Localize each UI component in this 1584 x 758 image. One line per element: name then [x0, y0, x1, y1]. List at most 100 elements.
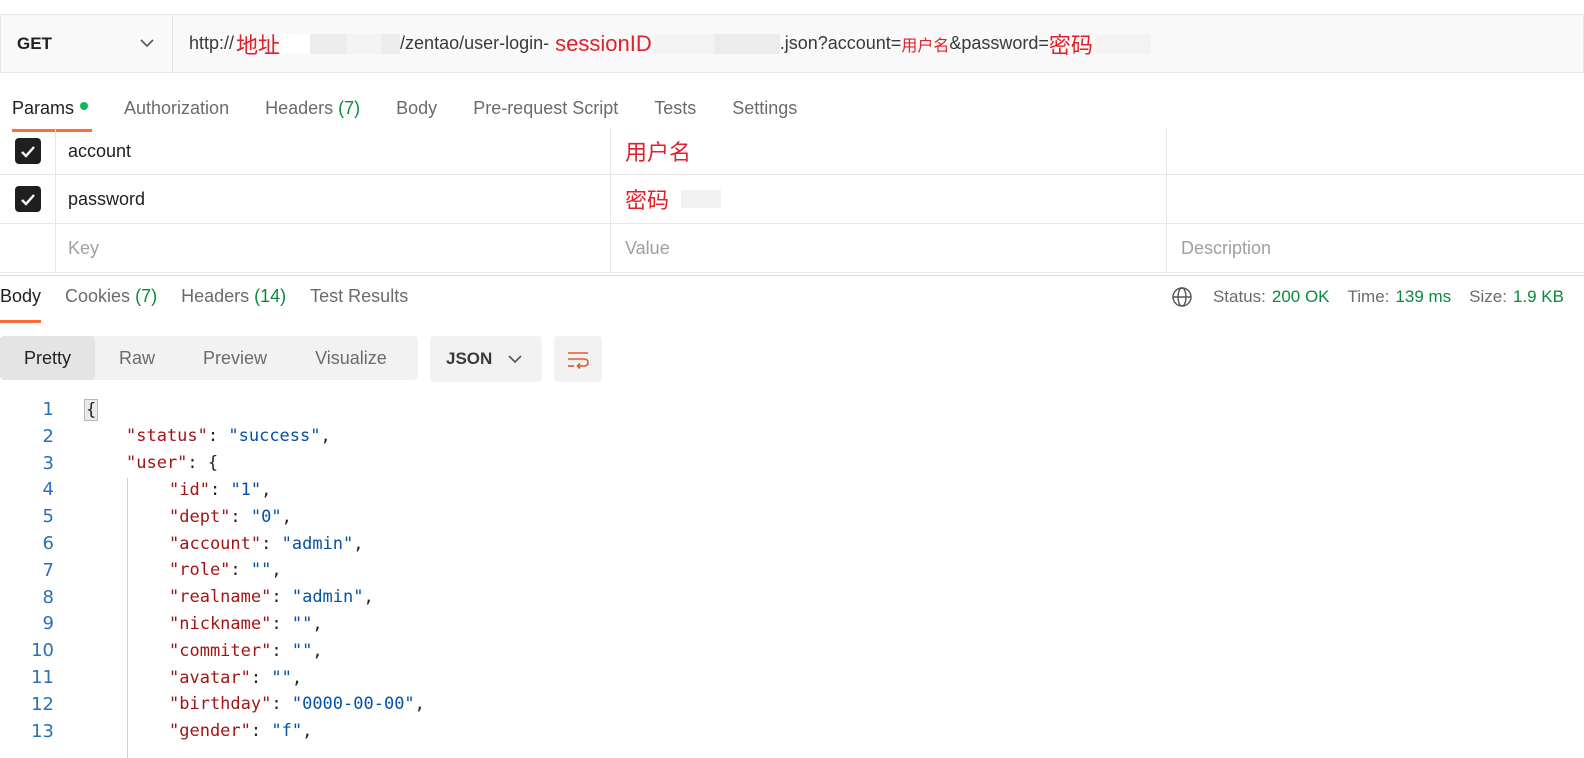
checkbox-cell [0, 224, 56, 272]
code-line: 3 "user": { [0, 450, 1584, 477]
code-line: 10 "commiter": "", [0, 637, 1584, 664]
redacted-block [382, 33, 401, 54]
key-input[interactable]: Key [56, 224, 611, 272]
size-value[interactable]: 1.9 KB [1513, 287, 1564, 307]
wrap-lines-icon [568, 352, 589, 369]
view-visualize-button[interactable]: Visualize [291, 336, 411, 380]
redacted-block [1094, 33, 1151, 54]
url-suffix: .json?account= [779, 33, 902, 53]
line-number: 13 [31, 720, 54, 742]
param-value[interactable]: 用户名 [611, 128, 1167, 174]
line-number: 3 [42, 452, 54, 474]
code-text: "commiter": "", [169, 640, 323, 661]
tab-label: Settings [732, 98, 798, 118]
tab-response-headers[interactable]: Headers (14) [181, 286, 286, 322]
tab-cookies[interactable]: Cookies (7) [65, 286, 157, 322]
param-key[interactable]: password [56, 175, 611, 223]
request-bar: GET http:// 地址 /zentao/user-login- sessi… [0, 14, 1584, 73]
code-line: 9 "nickname": "", [0, 610, 1584, 637]
redacted-block [713, 33, 780, 54]
tab-test-results[interactable]: Test Results [310, 286, 408, 322]
code-text: "account": "admin", [169, 533, 364, 554]
check-icon [20, 145, 35, 158]
tab-count: (14) [254, 286, 287, 306]
method-select[interactable]: GET [1, 15, 173, 72]
view-mode-group: Pretty Raw Preview Visualize [0, 336, 418, 380]
tab-label: Headers [265, 98, 334, 118]
url-prefix: http:// [189, 33, 235, 53]
param-value[interactable]: 密码 [611, 175, 1167, 223]
param-checkbox[interactable] [14, 186, 41, 212]
tab-label: Body [396, 98, 438, 118]
line-number: 5 [42, 506, 54, 528]
code-line: 4 "id": "1", [0, 476, 1584, 503]
table-row-empty: Key Value Description [0, 224, 1584, 273]
line-number: 6 [42, 533, 54, 554]
url-address-note: 地址 [236, 32, 281, 58]
format-label: JSON [446, 349, 493, 368]
param-checkbox[interactable] [14, 138, 41, 164]
param-key[interactable]: account [56, 128, 611, 174]
tab-label: Pre-request Script [473, 98, 619, 118]
url-input[interactable]: http:// 地址 /zentao/user-login- sessionID… [173, 15, 1583, 72]
value-input[interactable]: Value [611, 224, 1167, 272]
view-pretty-button[interactable]: Pretty [0, 336, 96, 380]
chevron-down-icon [138, 35, 156, 53]
line-number: 7 [42, 559, 54, 581]
line-number: 10 [31, 640, 54, 662]
params-table: account 用户名 password 密码 Key Value Descri… [0, 128, 1584, 273]
code-text: "realname": "admin", [169, 587, 374, 608]
checkbox-cell [0, 175, 56, 223]
code-text: "role": "", [169, 560, 282, 581]
format-select[interactable]: JSON [430, 336, 542, 382]
code-line: 13 "gender": "f", [0, 718, 1584, 745]
description-input[interactable]: Description [1167, 224, 1584, 272]
line-number: 12 [31, 693, 54, 715]
code-text: "nickname": "", [169, 613, 323, 634]
redacted-block [681, 190, 722, 208]
tab-response-body[interactable]: Body [0, 286, 42, 323]
param-description[interactable] [1167, 128, 1584, 174]
code-line: 11 "avatar": "", [0, 664, 1584, 691]
code-line: 1{ [0, 396, 1584, 423]
table-row: account 用户名 [0, 128, 1584, 175]
time-label: Time: [1347, 287, 1390, 306]
redacted-block [653, 33, 714, 54]
tab-label: Authorization [124, 98, 230, 118]
globe-icon[interactable] [1171, 286, 1193, 308]
response-body-code[interactable]: 1{2 "status": "success", 3 "user": {4 "id": … [0, 396, 1584, 758]
check-icon [20, 193, 35, 206]
time-value[interactable]: 139 ms [1395, 287, 1451, 307]
active-dot-icon [80, 102, 89, 111]
line-number: 9 [42, 613, 54, 635]
code-line: 7 "role": "", [0, 557, 1584, 584]
tab-label: Tests [654, 98, 697, 118]
url-session-note: sessionID [555, 30, 652, 56]
line-number: 8 [42, 586, 54, 608]
status-label: Status: [1212, 287, 1266, 306]
redacted-block [310, 33, 347, 54]
redacted-block [346, 33, 383, 54]
param-description[interactable] [1167, 175, 1584, 223]
line-number: 1 [42, 399, 54, 420]
table-row: password 密码 [0, 175, 1584, 224]
code-text: "status": "success", [126, 426, 331, 447]
param-value-text: 密码 [625, 188, 670, 213]
param-value-text: 用户名 [625, 140, 692, 165]
key-placeholder: Key [68, 237, 100, 258]
tab-label: Headers [181, 286, 250, 306]
line-number: 11 [31, 667, 54, 688]
code-line: 6 "account": "admin", [0, 530, 1584, 557]
value-placeholder: Value [625, 237, 670, 258]
size-label: Size: [1469, 287, 1507, 306]
response-bar: Body Cookies (7) Headers (14) Test Resul… [0, 275, 1584, 323]
code-text: "id": "1", [169, 479, 272, 500]
tab-label: Params [12, 98, 75, 118]
view-preview-button[interactable]: Preview [179, 336, 291, 380]
view-raw-button[interactable]: Raw [95, 336, 179, 380]
wrap-lines-button[interactable] [554, 336, 602, 382]
line-number: 4 [42, 479, 54, 501]
code-text: { [84, 398, 99, 421]
status-value[interactable]: 200 OK [1272, 287, 1330, 307]
code-text: "user": { [126, 453, 219, 474]
